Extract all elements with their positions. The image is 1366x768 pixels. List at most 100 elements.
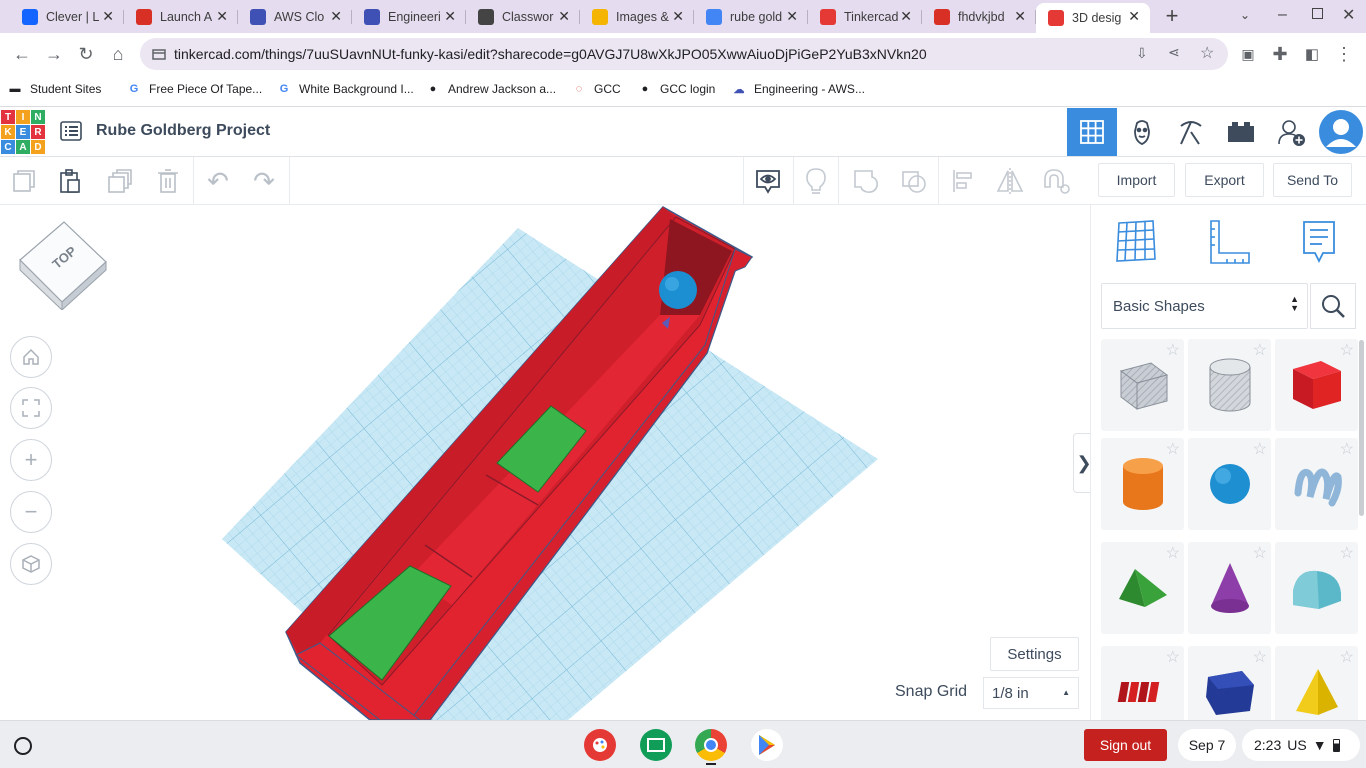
- extension-icon[interactable]: ▣: [1236, 42, 1260, 66]
- back-icon[interactable]: ←: [10, 42, 34, 66]
- bookmark-item[interactable]: ☁ Engineering - AWS...: [732, 82, 865, 96]
- menu-kebab-icon[interactable]: ⋮: [1332, 42, 1356, 66]
- browser-tab[interactable]: 3D desig ✕: [1036, 3, 1150, 33]
- lightbulb-icon[interactable]: [800, 165, 832, 197]
- ruler-icon[interactable]: [1207, 219, 1251, 270]
- codeblocks-icon[interactable]: [1117, 108, 1167, 156]
- snap-grid-select[interactable]: 1/8 in ▲: [983, 677, 1079, 709]
- close-window-icon[interactable]: ✕: [1342, 5, 1355, 25]
- maximize-icon[interactable]: [1312, 8, 1323, 19]
- zoom-in-icon[interactable]: +: [10, 439, 52, 481]
- address-bar[interactable]: tinkercad.com/things/7uuSUavnNUt-funky-k…: [140, 38, 1228, 70]
- shape-roof[interactable]: ☆: [1101, 542, 1184, 634]
- design-list-icon[interactable]: [60, 121, 82, 141]
- redo-icon[interactable]: ↷: [248, 165, 280, 197]
- add-user-icon[interactable]: [1266, 108, 1316, 156]
- browser-tab[interactable]: fhdvkjbd ✕: [922, 3, 1036, 30]
- shape-polygon[interactable]: ☆: [1188, 646, 1271, 720]
- export-button[interactable]: Export: [1185, 163, 1264, 197]
- browser-tab[interactable]: Images & ✕: [580, 3, 694, 30]
- account-avatar[interactable]: [1316, 108, 1366, 156]
- minimize-icon[interactable]: –: [1278, 6, 1287, 24]
- paste-icon[interactable]: [54, 165, 86, 197]
- launcher-icon[interactable]: [14, 737, 32, 755]
- shape-pyramid[interactable]: ☆: [1275, 646, 1358, 720]
- ungroup-icon[interactable]: [898, 165, 930, 197]
- browser-tab[interactable]: Launch A ✕: [124, 3, 238, 30]
- settings-button[interactable]: Settings: [990, 637, 1079, 671]
- view-cube[interactable]: TOP: [18, 220, 108, 312]
- shape-box-hole[interactable]: ☆: [1101, 339, 1184, 431]
- favorite-star-icon[interactable]: ☆: [1340, 442, 1354, 458]
- home-icon[interactable]: ⌂: [106, 42, 130, 66]
- status-tray[interactable]: 2:23 US ▼: [1242, 729, 1360, 761]
- home-view-icon[interactable]: [10, 336, 52, 378]
- browser-tab[interactable]: Classwor ✕: [466, 3, 580, 30]
- 3d-view-icon[interactable]: [1067, 108, 1117, 156]
- project-title[interactable]: Rube Goldberg Project: [96, 122, 270, 140]
- perspective-icon[interactable]: [10, 543, 52, 585]
- tab-search-icon[interactable]: ⌄: [1240, 8, 1250, 22]
- browser-tab[interactable]: Engineeri ✕: [352, 3, 466, 30]
- tab-close-icon[interactable]: ✕: [330, 8, 342, 25]
- puzzle-extensions-icon[interactable]: ✚: [1268, 42, 1292, 66]
- bookmark-item[interactable]: G White Background I...: [277, 82, 414, 96]
- lesson-icon[interactable]: [1166, 108, 1216, 156]
- panel-scrollbar[interactable]: [1359, 340, 1364, 516]
- align-icon[interactable]: [948, 165, 980, 197]
- share-icon[interactable]: ⋖: [1168, 44, 1180, 61]
- cruise-icon[interactable]: [1040, 165, 1072, 197]
- reload-icon[interactable]: ↻: [74, 42, 98, 66]
- tab-close-icon[interactable]: ✕: [444, 8, 456, 25]
- new-tab-button[interactable]: +: [1160, 3, 1184, 28]
- shape-text[interactable]: ☆: [1101, 646, 1184, 720]
- favorite-star-icon[interactable]: ☆: [1340, 343, 1354, 359]
- tinkercad-logo[interactable]: TIN KER CAD: [1, 110, 45, 154]
- search-icon[interactable]: [1310, 283, 1356, 329]
- date-display[interactable]: Sep 7: [1178, 729, 1236, 761]
- favorite-star-icon[interactable]: ☆: [1253, 546, 1267, 562]
- sign-out-button[interactable]: Sign out: [1084, 729, 1167, 761]
- fit-view-icon[interactable]: [10, 387, 52, 429]
- 3d-workplane[interactable]: TOP + − Settings Snap Grid 1/8 in ▲ ❯: [0, 205, 1090, 720]
- favorite-star-icon[interactable]: ☆: [1166, 343, 1180, 359]
- bookmark-item[interactable]: ● Andrew Jackson a...: [426, 82, 556, 96]
- undo-icon[interactable]: ↶: [202, 165, 234, 197]
- classroom-app-icon[interactable]: [640, 729, 672, 761]
- notes-icon[interactable]: [752, 165, 784, 197]
- shape-scribble[interactable]: ☆: [1275, 438, 1358, 530]
- forward-icon[interactable]: →: [42, 42, 66, 66]
- bookmark-item[interactable]: ▬ Student Sites: [8, 82, 102, 96]
- chrome-app-icon[interactable]: [695, 729, 727, 761]
- tab-close-icon[interactable]: ✕: [102, 8, 114, 25]
- zoom-out-icon[interactable]: −: [10, 491, 52, 533]
- shape-cone[interactable]: ☆: [1188, 542, 1271, 634]
- site-info-icon[interactable]: [152, 47, 166, 61]
- browser-tab[interactable]: AWS Clo ✕: [238, 3, 352, 30]
- tab-close-icon[interactable]: ✕: [1014, 8, 1026, 25]
- canvas-app-icon[interactable]: [584, 729, 616, 761]
- bookmark-star-icon[interactable]: ☆: [1200, 43, 1214, 63]
- side-panel-icon[interactable]: ◧: [1300, 42, 1324, 66]
- favorite-star-icon[interactable]: ☆: [1166, 546, 1180, 562]
- tab-close-icon[interactable]: ✕: [1128, 8, 1140, 25]
- bookmark-item[interactable]: ● GCC login: [638, 82, 716, 96]
- group-icon[interactable]: [850, 165, 882, 197]
- favorite-star-icon[interactable]: ☆: [1166, 650, 1180, 666]
- play-store-app-icon[interactable]: [751, 729, 783, 761]
- import-button[interactable]: Import: [1098, 163, 1175, 197]
- tab-close-icon[interactable]: ✕: [786, 8, 798, 25]
- tab-close-icon[interactable]: ✕: [672, 8, 684, 25]
- favorite-star-icon[interactable]: ☆: [1253, 442, 1267, 458]
- favorite-star-icon[interactable]: ☆: [1166, 442, 1180, 458]
- duplicate-icon[interactable]: [104, 165, 136, 197]
- shape-category-select[interactable]: Basic Shapes ▲ ▼: [1101, 283, 1308, 329]
- browser-tab[interactable]: rube gold ✕: [694, 3, 808, 30]
- tab-close-icon[interactable]: ✕: [216, 8, 228, 25]
- browser-tab[interactable]: Tinkercad ✕: [808, 3, 922, 30]
- tab-close-icon[interactable]: ✕: [558, 8, 570, 25]
- shape-box[interactable]: ☆: [1275, 339, 1358, 431]
- copy-icon[interactable]: [8, 165, 40, 197]
- workplane-icon[interactable]: [1115, 219, 1157, 268]
- favorite-star-icon[interactable]: ☆: [1340, 546, 1354, 562]
